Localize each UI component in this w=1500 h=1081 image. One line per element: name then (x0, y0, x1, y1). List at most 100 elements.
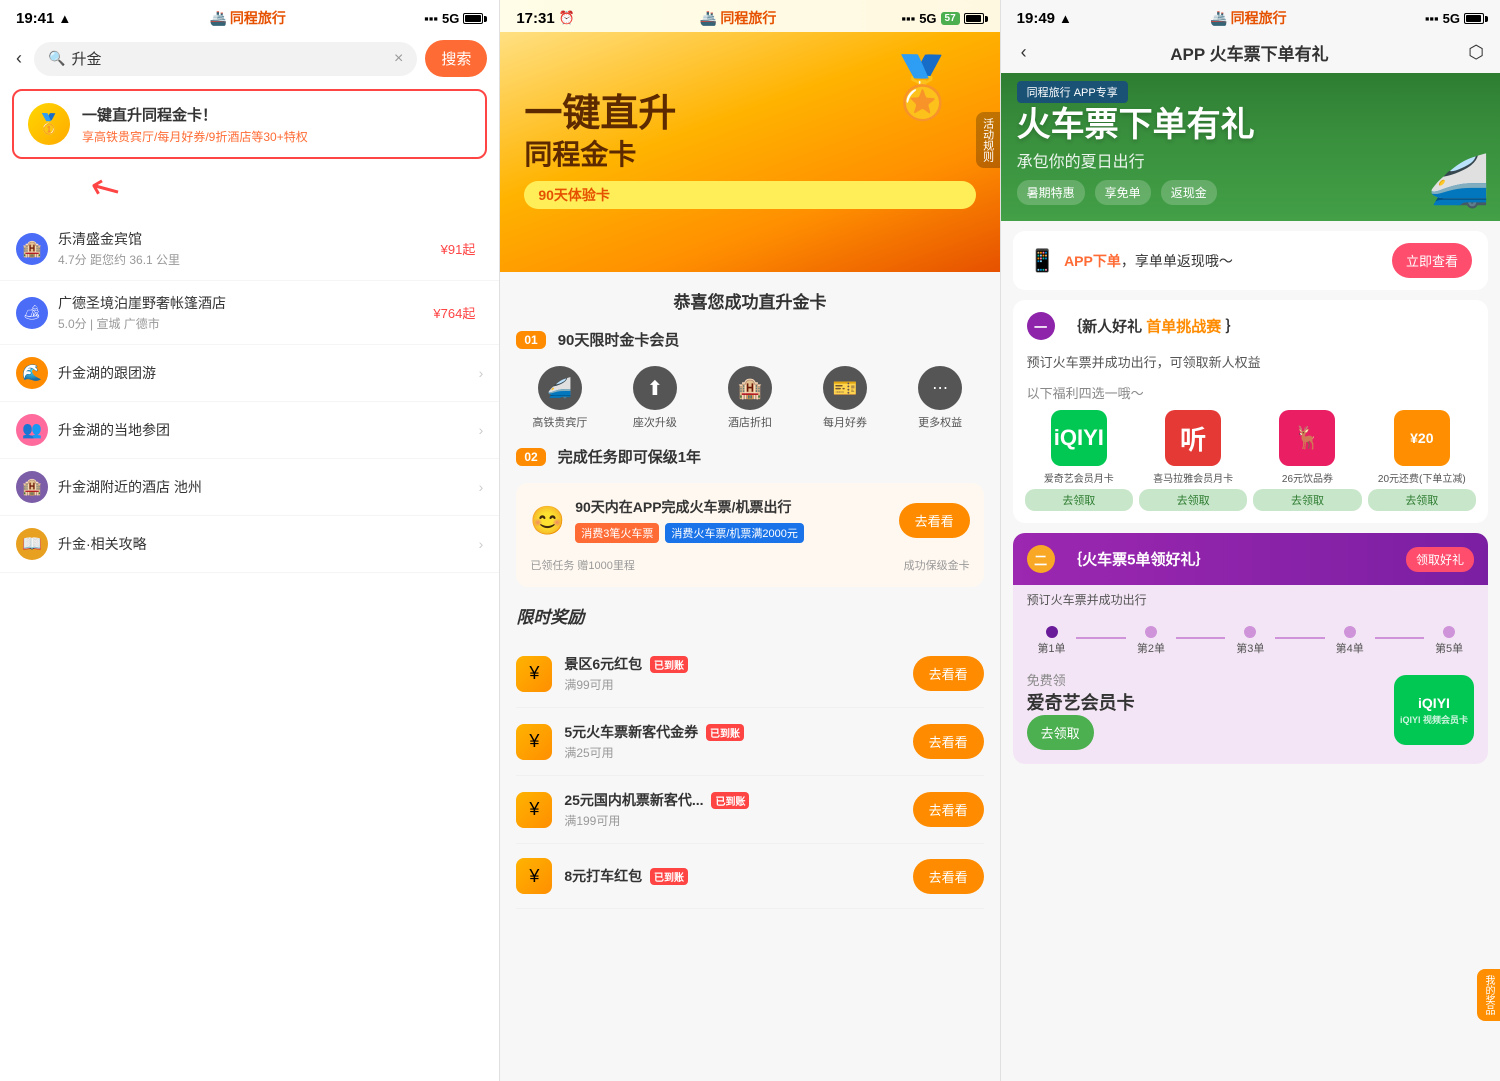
share-button[interactable]: ⬡ (1468, 42, 1484, 63)
panel-search: 19:41 ▲ 🚢 同程旅行 ▪▪▪ 5G ‹ 🔍 × 搜索 🥇 一键直升同程金… (0, 0, 499, 1081)
item-title-2: 广德圣境泊崖野奢帐篷酒店 (58, 293, 433, 313)
progress-line-1 (1076, 637, 1126, 639)
reward-icon-3: ¥ (516, 792, 552, 828)
gift-label-iqiyi: 爱奇艺会员月卡 (1044, 470, 1114, 485)
banner-main-title: 火车票下单有礼 (1001, 103, 1500, 144)
step-num-2: 02 (516, 448, 545, 466)
brand-badge: 同程旅行 APP专享 (1017, 81, 1128, 103)
task-title: 90天内在APP完成火车票/机票出行 (575, 497, 888, 517)
progress-dot-4 (1344, 626, 1356, 638)
app-name-2: 🚢 同程旅行 (700, 8, 776, 28)
gold-card-banner: 一键直升 同程金卡 90天体验卡 活动规则 🏅 (500, 32, 999, 272)
step-title-1: 90天限时金卡会员 (558, 329, 984, 350)
back-button-3[interactable]: ‹ (1017, 42, 1031, 63)
list-item[interactable]: 📖 升金·相关攻略 › (0, 516, 499, 573)
item-sub-1: 4.7分 距您约 36.1 公里 (58, 251, 441, 268)
gift-btn-ximalaya[interactable]: 去领取 (1139, 489, 1247, 511)
section-title: 恭喜您成功直升金卡 (516, 288, 983, 313)
reward-name-3: 25元国内机票新客代... 已到账 (564, 790, 900, 810)
reward-go-button-3[interactable]: 去看看 (913, 792, 984, 827)
search-submit-button[interactable]: 搜索 (425, 40, 487, 77)
chevron-icon-5: › (479, 479, 484, 495)
second-gift-badge: 二 (1027, 545, 1055, 573)
progress-dot-5 (1443, 626, 1455, 638)
card-text: 一键直升同程金卡！ 享高铁贵宾厅/每月好券/9折酒店等30+特权 (82, 104, 471, 145)
notification-badge: 57 (941, 12, 960, 25)
item-content-6: 升金·相关攻略 (58, 534, 479, 554)
strategy-icon: 📖 (16, 528, 48, 560)
reward-item-1: ¥ 景区6元红包 已到账 满99可用 去看看 (516, 640, 983, 708)
search-input[interactable] (71, 50, 388, 67)
task-tag-1: 消费3笔火车票 (575, 523, 659, 543)
iqiyi-free-label: 免费领 (1027, 670, 1135, 689)
gift-btn-deer[interactable]: 去领取 (1253, 489, 1361, 511)
panel-train-gift: 19:49 ▲ 🚢 同程旅行 ▪▪▪ 5G ‹ APP 火车票下单有礼 ⬡ 同程… (1001, 0, 1500, 1081)
reward-badge-4: 已到账 (650, 868, 688, 885)
status-left-3: 19:49 ▲ (1017, 10, 1072, 27)
reward-go-button-4[interactable]: 去看看 (913, 859, 984, 894)
gift-btn-cash[interactable]: 去领取 (1368, 489, 1476, 511)
reward-section-title: 限时奖励 (516, 603, 983, 628)
item-title-5: 升金湖附近的酒店 池州 (58, 477, 479, 497)
item-title-1: 乐清盛金宾馆 (58, 229, 441, 249)
reward-go-button-1[interactable]: 去看看 (913, 656, 984, 691)
iqiyi-logo: iQIYI (1051, 410, 1107, 466)
task-go-button[interactable]: 去看看 (899, 503, 970, 538)
task-row: 😊 90天内在APP完成火车票/机票出行 消费3笔火车票 消费火车票/机票满20… (530, 497, 969, 543)
iqiyi-get-button[interactable]: 去领取 (1027, 715, 1094, 750)
app-logo-1: 🚢 (209, 10, 226, 27)
progress-label-3: 第3单 (1236, 640, 1264, 656)
gift-deer: 🦌 26元饮品券 去领取 (1253, 410, 1361, 511)
reward-go-button-2[interactable]: 去看看 (913, 724, 984, 759)
arrow-annotation: ↖ (60, 167, 499, 217)
status-left-1: 19:41 ▲ (16, 10, 71, 27)
list-item[interactable]: 🏕 广德圣境泊崖野奢帐篷酒店 5.0分 | 宣城 广德市 ¥764起 (0, 281, 499, 345)
list-item[interactable]: 🏨 乐清盛金宾馆 4.7分 距您约 36.1 公里 ¥91起 (0, 217, 499, 281)
main-banner: 同程旅行 APP专享 火车票下单有礼 承包你的夏日出行 暑期特惠 享免单 返现金… (1001, 73, 1500, 221)
banner-sub-title: 承包你的夏日出行 (1001, 144, 1500, 172)
app-promo-bar: 📱 APP下单，享单单返现哦～ 立即查看 (1013, 231, 1488, 290)
signal-type-1: 5G (442, 11, 459, 26)
back-button[interactable]: ‹ (12, 48, 26, 69)
my-prize-button[interactable]: 我的奖品 (1477, 969, 1500, 1021)
gift-btn-iqiyi[interactable]: 去领取 (1025, 489, 1133, 511)
reward-name-1: 景区6元红包 已到账 (564, 654, 900, 674)
reward-sub-1: 满99可用 (564, 676, 900, 693)
clear-button[interactable]: × (394, 50, 403, 68)
progress-line-3 (1275, 637, 1325, 639)
battery-3 (1464, 13, 1484, 24)
list-item[interactable]: 👥 升金湖的当地参团 › (0, 402, 499, 459)
status-bar-2: 17:31 ⏰ 🚢 同程旅行 ▪▪▪ 5G 57 (500, 0, 999, 32)
section2-title: ｛火车票5单领好礼｝ (1067, 552, 1210, 569)
group-icon: 👥 (16, 414, 48, 446)
section2-receive-button[interactable]: 领取好礼 (1406, 547, 1474, 572)
list-item[interactable]: 🏨 升金湖附近的酒店 池州 › (0, 459, 499, 516)
iqiyi-sub-text: iQIYI 视频会员卡 (1400, 713, 1468, 726)
section1-header: 一 ｛新人好礼 首单挑战赛 ｝ (1013, 300, 1488, 348)
gift-ximalaya: 听 喜马拉雅会员月卡 去领取 (1139, 410, 1247, 511)
status-bar-3: 19:49 ▲ 🚢 同程旅行 ▪▪▪ 5G (1001, 0, 1500, 32)
reward-name-2: 5元火车票新客代金券 已到账 (564, 722, 900, 742)
iqiyi-card-text: 免费领 爱奇艺会员卡 去领取 (1027, 670, 1135, 750)
status-right-3: ▪▪▪ 5G (1425, 11, 1484, 26)
task-status-row: 已领任务 赠1000里程 成功保级金卡 (530, 551, 969, 573)
item-content-2: 广德圣境泊崖野奢帐篷酒店 5.0分 | 宣城 广德市 (58, 293, 433, 332)
promo-text: APP下单，享单单返现哦～ (1064, 251, 1384, 271)
list-item[interactable]: 🌊 升金湖的跟团游 › (0, 345, 499, 402)
nearby-icon: 🏨 (16, 471, 48, 503)
activity-rules-button[interactable]: 活动规则 (976, 112, 1000, 168)
battery-2 (964, 13, 984, 24)
progress-step-4: 第4单 (1325, 626, 1375, 656)
page-title: APP 火车票下单有礼 (1043, 40, 1457, 65)
progress-line-4 (1375, 637, 1425, 639)
item-price-2: ¥764起 (433, 303, 475, 322)
task-status-2: 成功保级金卡 (904, 557, 970, 573)
reward-item-4: ¥ 8元打车红包 已到账 去看看 (516, 844, 983, 909)
promo-button[interactable]: 立即查看 (1392, 243, 1472, 278)
item-content-3: 升金湖的跟团游 (58, 363, 479, 383)
highlight-card[interactable]: 🥇 一键直升同程金卡！ 享高铁贵宾厅/每月好券/9折酒店等30+特权 (12, 89, 487, 159)
step-1: 01 90天限时金卡会员 (516, 329, 983, 350)
reward-info-4: 8元打车红包 已到账 (564, 866, 900, 886)
reward-name-4: 8元打车红包 已到账 (564, 866, 900, 886)
benefit-upgrade: ⬆ 座次升级 (611, 366, 698, 430)
